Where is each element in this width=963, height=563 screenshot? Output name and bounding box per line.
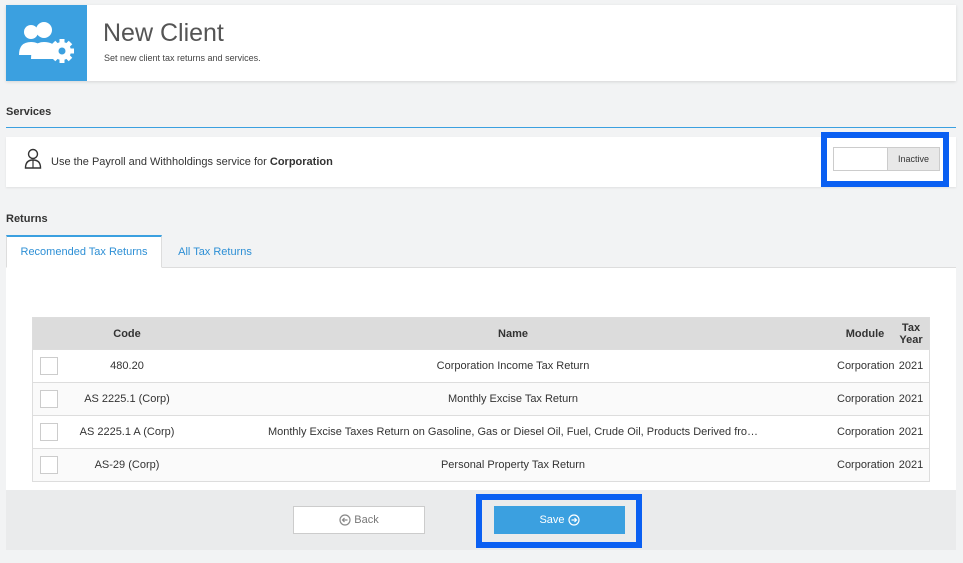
users-gear-icon [18, 22, 74, 63]
row-module: Corporation [837, 426, 895, 438]
person-icon [24, 148, 42, 169]
row-tax-year: 2021 [898, 393, 924, 405]
check-cell [33, 423, 65, 441]
check-cell [33, 456, 65, 474]
services-card: Use the Payroll and Withholdings service… [6, 137, 956, 187]
row-module: Corporation [837, 459, 895, 471]
tab-recommended-tax-returns[interactable]: Recomended Tax Returns [6, 235, 162, 268]
returns-section-label: Returns [6, 213, 48, 225]
payroll-service-toggle[interactable]: Inactive [833, 147, 940, 171]
table-header: Code Name Module Tax Year [33, 318, 929, 349]
table-row: AS 2225.1 A (Corp) Monthly Excise Taxes … [33, 415, 929, 448]
column-header-tax-year: Tax Year [899, 321, 923, 346]
row-module: Corporation [837, 360, 895, 372]
row-checkbox[interactable] [40, 357, 58, 375]
page-subtitle: Set new client tax returns and services. [104, 53, 261, 63]
circle-arrow-left-icon [339, 514, 351, 526]
row-name: Monthly Excise Taxes Return on Gasoline,… [267, 426, 759, 438]
circle-arrow-right-icon [567, 514, 580, 526]
check-cell [33, 390, 65, 408]
row-tax-year: 2021 [898, 360, 924, 372]
table-row: AS-29 (Corp) Personal Property Tax Retur… [33, 448, 929, 481]
table-row: AS 2225.1 (Corp) Monthly Excise Tax Retu… [33, 382, 929, 415]
row-checkbox[interactable] [40, 423, 58, 441]
save-button-label: Save [539, 514, 565, 526]
row-code: AS-29 (Corp) [94, 459, 160, 471]
row-name: Corporation Income Tax Return [436, 360, 590, 372]
row-tax-year: 2021 [898, 426, 924, 438]
services-divider [6, 127, 956, 128]
column-header-code: Code [113, 327, 141, 340]
toggle-knob [834, 148, 887, 170]
row-tax-year: 2021 [898, 459, 924, 471]
row-checkbox[interactable] [40, 456, 58, 474]
service-entity-name: Corporation [269, 156, 333, 168]
back-button-label: Back [354, 514, 379, 526]
column-header-name: Name [498, 327, 528, 340]
tab-all-tax-returns[interactable]: All Tax Returns [163, 235, 267, 268]
toggle-state-label: Inactive [887, 148, 939, 170]
page-header: New Client Set new client tax returns an… [6, 5, 956, 81]
row-code: 480.20 [110, 360, 144, 372]
row-code: AS 2225.1 (Corp) [84, 393, 170, 405]
tax-returns-table: Code Name Module Tax Year 480.20 Corpora… [32, 317, 930, 482]
service-text-prefix: Use the Payroll and Withholdings service… [51, 156, 270, 168]
check-cell [33, 357, 65, 375]
header-icon-box [6, 5, 87, 81]
table-row: 480.20 Corporation Income Tax Return Cor… [33, 349, 929, 382]
payroll-service-description: Use the Payroll and Withholdings service… [51, 156, 333, 168]
back-button[interactable]: Back [293, 506, 425, 534]
row-name: Monthly Excise Tax Return [447, 393, 579, 405]
services-section-label: Services [6, 106, 52, 118]
save-button[interactable]: Save [494, 506, 625, 534]
row-checkbox[interactable] [40, 390, 58, 408]
page-title: New Client [103, 19, 224, 47]
column-header-module: Module [845, 327, 885, 340]
row-name: Personal Property Tax Return [440, 459, 586, 471]
row-code: AS 2225.1 A (Corp) [79, 426, 175, 438]
row-module: Corporation [837, 393, 895, 405]
